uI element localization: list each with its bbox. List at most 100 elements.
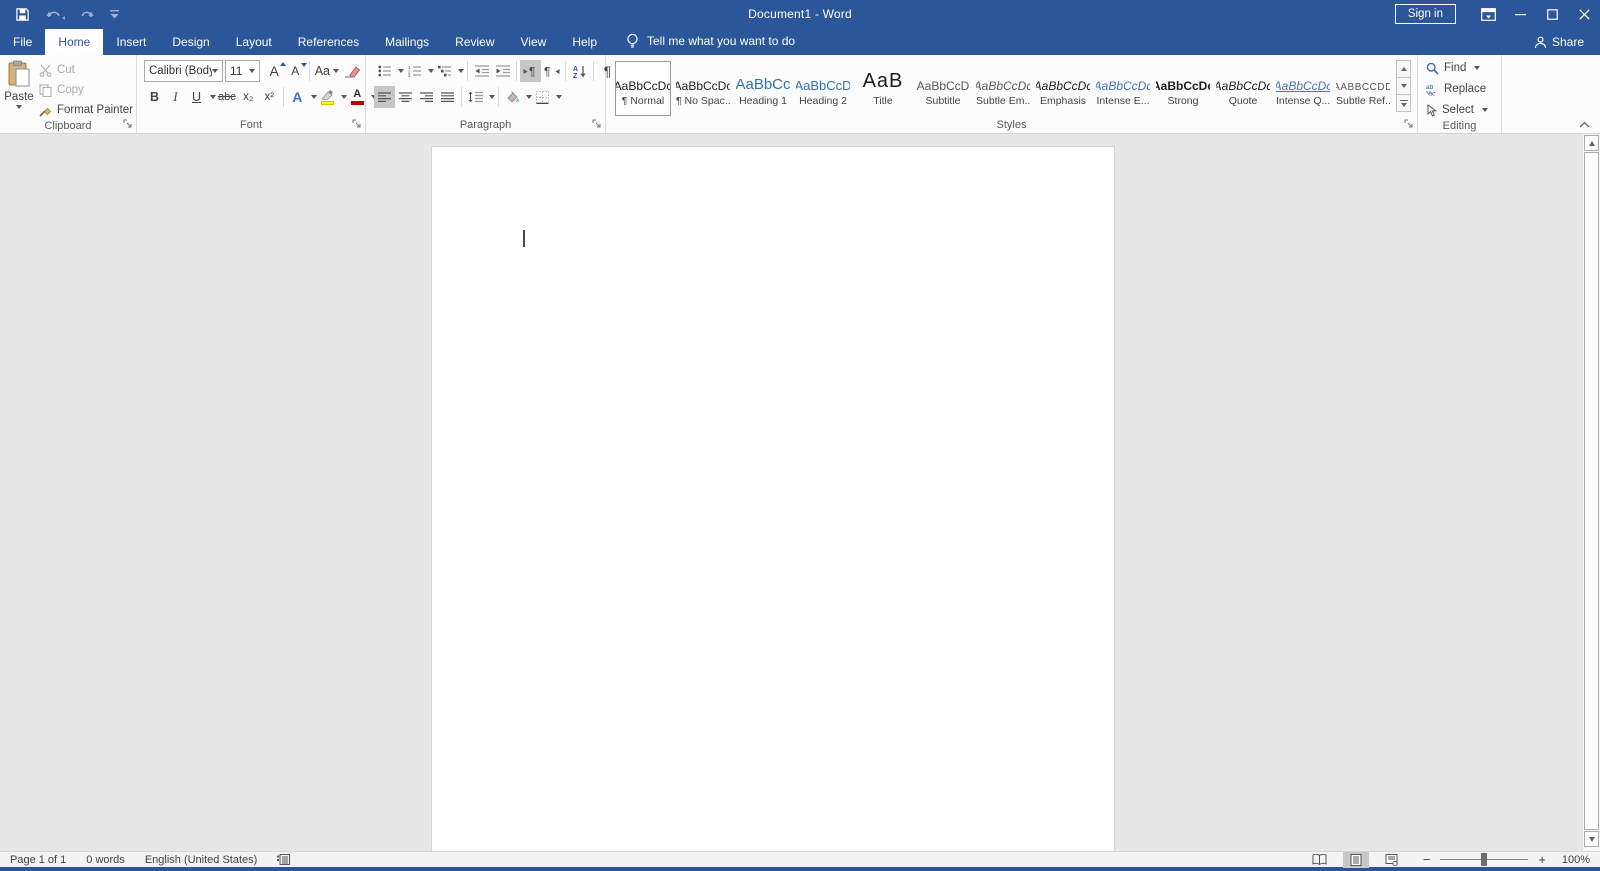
select-button[interactable]: Select [1426,101,1495,119]
tab-review[interactable]: Review [442,29,507,55]
bold-button[interactable]: B [144,86,165,108]
multilevel-list-button[interactable] [434,60,455,82]
share-button[interactable]: Share [1534,35,1600,55]
styles-gallery-more-button[interactable] [1396,94,1411,112]
maximize-button[interactable] [1536,0,1568,28]
line-spacing-dropdown-icon[interactable] [489,95,495,99]
style-intense-emphasis[interactable]: AaBbCcDc Intense E... [1095,61,1151,116]
clear-formatting-button[interactable] [341,60,362,82]
style-subtle-emphasis[interactable]: AaBbCcDc Subtle Em... [975,61,1031,116]
save-icon[interactable] [15,7,30,22]
tab-view[interactable]: View [508,29,560,55]
sort-button[interactable]: AZ [569,60,590,82]
font-size-combo[interactable]: 11 [225,60,260,82]
style-normal[interactable]: AaBbCcDc ¶ Normal [615,61,671,116]
sign-in-button[interactable]: Sign in [1395,4,1456,24]
paste-dropdown-icon[interactable] [16,105,22,109]
replace-button[interactable]: abac Replace [1426,80,1495,98]
web-layout-button[interactable] [1379,852,1405,868]
tab-design[interactable]: Design [159,29,222,55]
vertical-scrollbar[interactable] [1582,134,1600,851]
justify-button[interactable] [437,86,458,108]
grow-font-button[interactable]: A [264,60,285,82]
copy-button[interactable]: Copy [39,81,133,99]
tell-me-box[interactable]: Tell me what you want to do [626,33,795,55]
tab-layout[interactable]: Layout [223,29,285,55]
underline-button[interactable]: U [186,86,207,108]
subscript-button[interactable]: x₂ [238,86,259,108]
ltr-text-direction-button[interactable]: ¶ [520,60,541,82]
style-quote[interactable]: AaBbCcDc Quote [1215,61,1271,116]
text-highlight-button[interactable] [317,86,338,108]
style-heading-2[interactable]: AaBbCcD Heading 2 [795,61,851,116]
tab-help[interactable]: Help [559,29,610,55]
rtl-text-direction-button[interactable]: ¶ [541,60,562,82]
format-painter-button[interactable]: Format Painter [39,101,133,119]
close-button[interactable] [1568,0,1600,28]
borders-dropdown-icon[interactable] [556,95,562,99]
zoom-slider-thumb[interactable] [1481,853,1487,866]
undo-icon[interactable] [45,7,65,21]
styles-dialog-launcher-icon[interactable] [1404,119,1414,129]
change-case-button[interactable]: Aa [313,60,341,82]
line-spacing-button[interactable] [465,86,486,108]
superscript-button[interactable]: x² [259,86,280,108]
align-center-button[interactable] [395,86,416,108]
word-count[interactable]: 0 words [86,854,125,866]
minimize-button[interactable] [1504,0,1536,28]
zoom-slider[interactable] [1440,859,1528,860]
print-layout-button[interactable] [1343,852,1369,868]
cut-button[interactable]: Cut [39,61,133,79]
style-title[interactable]: AaB Title [855,61,911,116]
increase-indent-button[interactable] [492,60,513,82]
read-mode-button[interactable] [1307,852,1333,868]
paragraph-dialog-launcher-icon[interactable] [592,119,602,129]
paste-button[interactable]: Paste [3,58,35,119]
style-emphasis[interactable]: AaBbCcDc Emphasis [1035,61,1091,116]
align-right-button[interactable] [416,86,437,108]
page-indicator[interactable]: Page 1 of 1 [10,854,66,866]
document-page[interactable] [432,147,1114,851]
numbering-button[interactable]: 123 [404,60,425,82]
clipboard-dialog-launcher-icon[interactable] [123,119,133,129]
borders-button[interactable] [532,86,553,108]
zoom-in-button[interactable]: + [1538,852,1546,867]
font-color-button[interactable]: A [347,86,368,108]
customize-quick-access-icon[interactable] [110,10,119,19]
decrease-indent-button[interactable] [471,60,492,82]
style-subtitle[interactable]: AaBbCcD Subtitle [915,61,971,116]
tab-file[interactable]: File [0,29,45,55]
scrollbar-down-arrow[interactable] [1584,831,1599,847]
language-indicator[interactable]: English (United States) [145,854,258,866]
align-left-button[interactable] [374,86,395,108]
scrollbar-thumb[interactable] [1584,152,1599,830]
shrink-font-button[interactable]: A [285,60,306,82]
text-effects-button[interactable]: A [287,86,308,108]
italic-button[interactable]: I [165,86,186,108]
ribbon-display-options-icon[interactable] [1472,0,1504,28]
collapse-ribbon-button[interactable] [1579,121,1590,128]
tab-mailings[interactable]: Mailings [372,29,442,55]
find-button[interactable]: Find [1426,59,1495,77]
tab-references[interactable]: References [285,29,372,55]
tab-home[interactable]: Home [45,29,103,55]
style-subtle-reference[interactable]: AABBCCDD Subtle Ref... [1335,61,1391,116]
zoom-out-button[interactable]: − [1423,852,1431,867]
style-heading-1[interactable]: AaBbCc Heading 1 [735,61,791,116]
zoom-level[interactable]: 100% [1556,854,1590,866]
scrollbar-up-arrow[interactable] [1584,135,1599,151]
strikethrough-button[interactable]: abc [216,86,238,108]
styles-gallery-scroll-up[interactable] [1396,60,1411,78]
font-family-combo[interactable]: Calibri (Body) [144,60,223,82]
style-strong[interactable]: AaBbCcDc Strong [1155,61,1211,116]
shading-button[interactable] [502,86,523,108]
multilevel-dropdown-icon[interactable] [458,69,464,73]
style-no-spacing[interactable]: AaBbCcDc ¶ No Spac... [675,61,731,116]
redo-icon[interactable] [80,7,95,21]
keyboard-status-icon[interactable] [277,854,290,865]
style-intense-quote[interactable]: AaBbCcDc Intense Q... [1275,61,1331,116]
bullets-button[interactable] [374,60,395,82]
tab-insert[interactable]: Insert [103,29,159,55]
font-dialog-launcher-icon[interactable] [352,119,362,129]
styles-gallery-scroll-down[interactable] [1396,77,1411,95]
